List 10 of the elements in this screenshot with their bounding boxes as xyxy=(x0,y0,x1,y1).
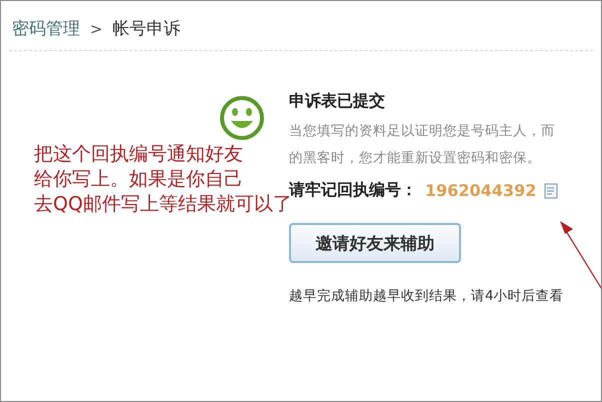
result-title: 申诉表已提交 xyxy=(289,91,386,112)
description-text: 当您填写的资料足以证明您是号码主人，而 xyxy=(289,122,556,141)
note-text: 越早完成辅助越早收到结果，请4小时后查看 xyxy=(289,287,564,305)
description-text: 的黑客时，您才能重新设置密码和密保。 xyxy=(289,149,542,168)
breadcrumb-separator: > xyxy=(90,20,103,38)
receipt-number: 1962044392 xyxy=(425,181,536,200)
breadcrumb-link[interactable]: 密码管理 xyxy=(12,17,80,40)
invite-friends-button[interactable]: 邀请好友来辅助 xyxy=(289,223,461,263)
breadcrumb-current: 帐号申诉 xyxy=(112,18,181,40)
smiley-icon xyxy=(219,95,265,141)
